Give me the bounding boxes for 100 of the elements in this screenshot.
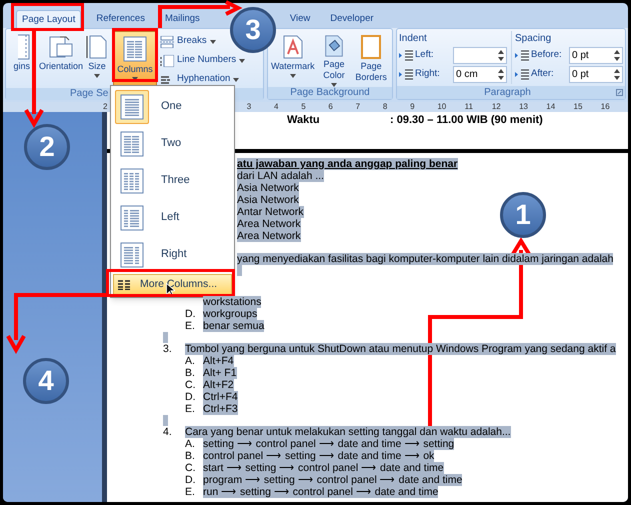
document-text: dari LAN adalah ... — [237, 170, 324, 182]
option-letter: E. — [185, 403, 195, 415]
ruler-number: 6 — [328, 102, 334, 112]
number-field[interactable]: 0 cm — [453, 66, 507, 83]
ruler-number: 12 — [492, 102, 502, 112]
dialog-launcher-icon[interactable] — [616, 89, 623, 96]
caret-icon — [210, 40, 216, 44]
spinner-icon[interactable] — [614, 69, 620, 80]
option-letter: D. — [185, 474, 196, 486]
spinner-icon[interactable] — [614, 50, 620, 61]
ruler-number: 15 — [574, 102, 584, 112]
option-letter: A. — [185, 438, 195, 450]
ribbon-tab[interactable]: References — [91, 10, 150, 28]
option-text: benar semua — [203, 320, 264, 332]
document-text: Asia Network — [237, 194, 299, 206]
selection-mark — [163, 332, 168, 343]
field-label: Left: — [415, 48, 434, 62]
option-text: run ⟶ setting ⟶ control panel ⟶ date and time — [203, 486, 438, 498]
instruction-text: atu jawaban yang anda anggap paling benar — [237, 158, 458, 170]
spinner-icon[interactable] — [498, 50, 504, 61]
document-text: Asia Network — [237, 182, 299, 194]
option-text: Alt+F4 — [203, 355, 234, 367]
group-label: Paragraph — [483, 86, 532, 98]
spinner-icon[interactable] — [498, 69, 504, 80]
option-letter: E. — [185, 320, 195, 332]
group-label: Page Background — [289, 87, 371, 99]
columns-option[interactable]: One — [111, 88, 234, 125]
option-letter: B. — [185, 367, 195, 379]
page-size-icon — [86, 34, 108, 60]
columns-option[interactable]: Right — [111, 236, 234, 273]
line-numbers-icon — [160, 54, 174, 66]
section-title: Indent — [399, 32, 428, 46]
breaks-button[interactable]: Breaks — [160, 33, 216, 50]
indent-icon — [399, 69, 413, 80]
option-text: Ctrl+F4 — [203, 391, 238, 403]
size-button[interactable]: Size — [84, 31, 110, 87]
document-text: Antar Network — [237, 206, 304, 218]
page-icon — [18, 34, 30, 60]
option-letter: E. — [185, 486, 195, 498]
indent-icon — [515, 50, 529, 61]
option-text: workgroups — [203, 308, 258, 320]
indent-icon — [515, 69, 529, 80]
ribbon-tab[interactable]: Developer — [325, 10, 379, 28]
option-text: Ctrl+F3 — [203, 403, 238, 415]
columns-option[interactable]: Three — [111, 162, 234, 199]
ribbon-tab[interactable]: View — [284, 10, 316, 28]
field-label: Right: — [415, 67, 441, 82]
option-text: control panel ⟶ setting ⟶ date and time ⟶ ok — [203, 450, 434, 462]
question-number: 3. — [163, 343, 173, 355]
number-field[interactable]: 0 pt — [569, 66, 623, 83]
columns-option[interactable]: Left — [111, 199, 234, 236]
ruler-number: 14 — [546, 102, 556, 112]
ribbon-tab[interactable]: Mailings — [160, 10, 205, 28]
option-letter: D. — [185, 391, 196, 403]
ruler-number: 3 — [246, 102, 252, 112]
question-text: Tombol yang berguna untuk ShutDown atau menutup Windows Program yang sedang aktif a — [185, 343, 616, 355]
question-text: yang menyediakan fasilitas bagi komputer-komputer lain didalam jaringan adalah — [237, 253, 614, 265]
orientation-button[interactable]: Orientation — [38, 31, 84, 87]
question-text: Cara yang benar untuk melakukan setting tanggal dan waktu adalah... — [185, 426, 511, 438]
ruler-number: 11 — [464, 102, 474, 112]
option-letter: C. — [185, 379, 196, 391]
field-label: Before: — [531, 48, 563, 62]
columns-option[interactable]: Two — [111, 125, 234, 162]
field-label: After: — [531, 67, 555, 82]
ruler-number: 5 — [301, 102, 307, 112]
number-field[interactable]: 0 pt — [569, 47, 623, 64]
margins-button[interactable]: gins — [8, 31, 30, 87]
document-text: Area Network — [237, 230, 301, 242]
option-letter: A. — [185, 355, 195, 367]
ribbon-tab[interactable]: Page Layout — [16, 10, 82, 28]
ruler-number: 7 — [356, 102, 362, 112]
page-borders-icon — [360, 34, 382, 60]
option-letter: C. — [185, 462, 196, 474]
column-layout-icon — [120, 168, 144, 194]
highlight-frame — [112, 28, 158, 82]
ruler-number: 9 — [410, 102, 416, 112]
option-text: start ⟶ setting ⟶ control panel ⟶ date and time — [203, 462, 444, 474]
hyphenation-button[interactable]: Hyphenation — [160, 71, 240, 88]
columns-grid-icon — [118, 280, 130, 290]
option-text: Alt+ F1 — [203, 367, 237, 379]
option-text: Alt+F2 — [203, 379, 234, 391]
selection-mark — [237, 265, 242, 276]
option-letter: D. — [185, 308, 196, 320]
group-label: Page Se — [69, 88, 108, 100]
question-number: 4. — [163, 426, 173, 438]
ruler-number: 4 — [274, 102, 280, 112]
ruler-number: 13 — [519, 102, 529, 112]
column-layout-icon — [120, 94, 144, 120]
caret-icon — [239, 58, 246, 62]
ruler-number: 2 — [103, 102, 108, 112]
option-text: program ⟶ setting ⟶ control panel ⟶ date and time — [203, 474, 462, 486]
page-orientation-icon — [48, 34, 74, 60]
selection-mark — [163, 415, 168, 426]
ruler-number: 16 — [600, 102, 611, 112]
document-text: Area Network — [237, 218, 301, 230]
number-field[interactable] — [453, 47, 507, 64]
section-title: Spacing — [515, 32, 552, 46]
ruler-number: 8 — [382, 102, 388, 112]
page-break-icon — [160, 36, 174, 48]
indent-icon — [399, 50, 413, 61]
